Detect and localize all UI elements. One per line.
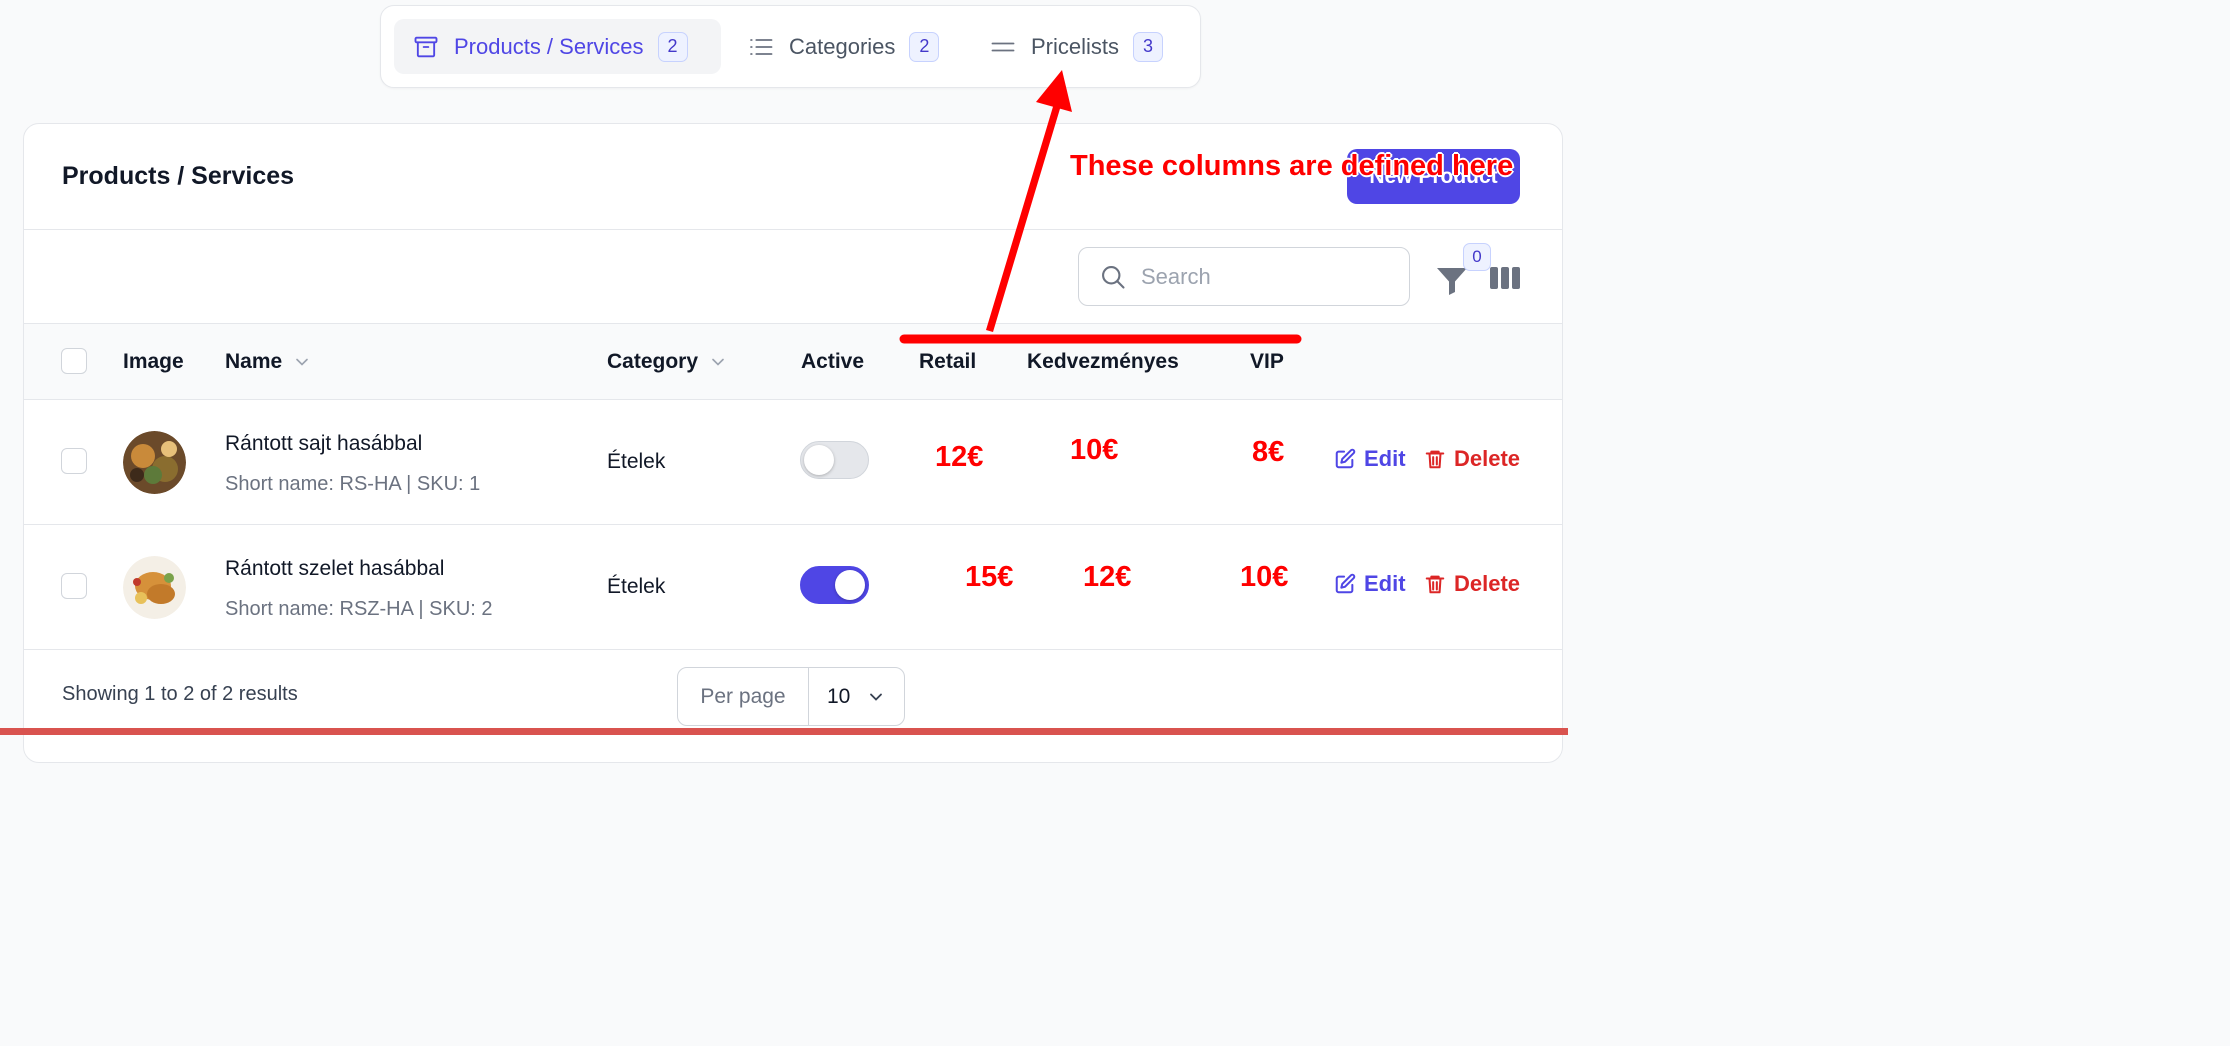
kedvezmenyes-price: 12€ — [1083, 561, 1132, 593]
edit-label: Edit — [1364, 446, 1406, 471]
list-icon — [750, 38, 773, 55]
product-category: Ételek — [607, 450, 666, 473]
equals-lines-icon — [991, 42, 1015, 51]
active-toggle[interactable] — [800, 566, 869, 604]
header-active: Active — [801, 350, 865, 373]
columns-icon[interactable] — [1490, 264, 1520, 292]
product-image — [123, 556, 186, 619]
header-image: Image — [123, 350, 184, 373]
delete-button[interactable]: Delete — [1424, 571, 1520, 597]
tab-count-badge: 2 — [909, 31, 940, 62]
chevron-down-icon — [712, 358, 724, 366]
tab-pricelists[interactable]: Pricelists 3 — [971, 19, 1181, 74]
edit-button[interactable]: Edit — [1334, 571, 1406, 597]
trash-icon — [1425, 575, 1445, 594]
table-header: Image Name Category Active Retail Kedvez… — [24, 324, 1562, 400]
tab-count-badge: 3 — [1133, 31, 1164, 62]
search-box — [1078, 247, 1410, 306]
edit-button[interactable]: Edit — [1334, 446, 1406, 472]
bottom-edge-bar — [0, 728, 1568, 735]
header-retail: Retail — [919, 350, 977, 373]
header-kedvezmenyes: Kedvezményes — [1027, 350, 1179, 373]
delete-label: Delete — [1454, 446, 1521, 471]
header-vip: VIP — [1250, 350, 1284, 373]
table-row: Rántott szelet hasábbal Short name: RSZ-… — [24, 525, 1562, 650]
delete-label: Delete — [1454, 571, 1521, 596]
table-toolbar: 0 — [24, 230, 1562, 324]
tab-label: Products / Services — [454, 33, 644, 59]
per-page-select[interactable]: Per page 10 — [677, 667, 905, 726]
tab-count-badge: 2 — [657, 31, 688, 62]
select-all-checkbox[interactable] — [61, 348, 87, 374]
resource-tabs: Products / Services 2 Categories 2 Price… — [380, 5, 1201, 88]
tab-categories[interactable]: Categories 2 — [729, 19, 957, 74]
chevron-down-icon — [296, 358, 309, 366]
kedvezmenyes-price: 10€ — [1070, 434, 1119, 466]
pagination-summary: Showing 1 to 2 of 2 results — [62, 683, 298, 705]
header-name[interactable]: Name — [225, 350, 312, 374]
retail-price: 15€ — [965, 561, 1014, 593]
toggle-knob — [804, 445, 834, 475]
vip-price: 8€ — [1252, 436, 1285, 468]
retail-price: 12€ — [935, 441, 984, 473]
pencil-square-icon — [1335, 448, 1356, 469]
annotation-text: These columns are defined here — [1070, 150, 1514, 182]
vip-price: 10€ — [1240, 561, 1289, 593]
products-card: Products / Services New Product 0 Image … — [23, 123, 1563, 763]
header-name-label: Name — [225, 350, 283, 373]
search-icon — [1102, 265, 1125, 289]
row-checkbox[interactable] — [61, 573, 87, 599]
tab-label: Pricelists — [1031, 33, 1120, 59]
toggle-knob — [835, 570, 865, 600]
table-row: Rántott sajt hasábbal Short name: RS-HA … — [24, 400, 1562, 525]
product-image — [123, 431, 186, 494]
per-page-value-text: 10 — [827, 684, 851, 708]
header-category-label: Category — [607, 350, 699, 373]
product-subtitle: Short name: RSZ-HA | SKU: 2 — [225, 598, 493, 620]
trash-icon — [1425, 450, 1445, 469]
chevron-down-icon — [870, 693, 882, 701]
header-category[interactable]: Category — [607, 350, 728, 374]
edit-label: Edit — [1364, 571, 1406, 596]
per-page-label: Per page — [678, 668, 809, 725]
product-subtitle: Short name: RS-HA | SKU: 1 — [225, 473, 481, 495]
row-checkbox[interactable] — [61, 448, 87, 474]
delete-button[interactable]: Delete — [1424, 446, 1520, 472]
page-title: Products / Services — [62, 162, 295, 190]
archive-box-icon — [414, 36, 438, 57]
tab-products-services[interactable]: Products / Services 2 — [394, 19, 721, 74]
per-page-value[interactable]: 10 — [809, 668, 904, 725]
pencil-square-icon — [1335, 573, 1356, 594]
filter-count-badge: 0 — [1463, 243, 1491, 271]
product-name: Rántott sajt hasábbal — [225, 432, 423, 455]
active-toggle[interactable] — [800, 441, 869, 479]
search-input[interactable] — [1141, 263, 1381, 290]
tab-label: Categories — [789, 33, 896, 59]
product-category: Ételek — [607, 575, 666, 598]
product-name: Rántott szelet hasábbal — [225, 557, 445, 580]
